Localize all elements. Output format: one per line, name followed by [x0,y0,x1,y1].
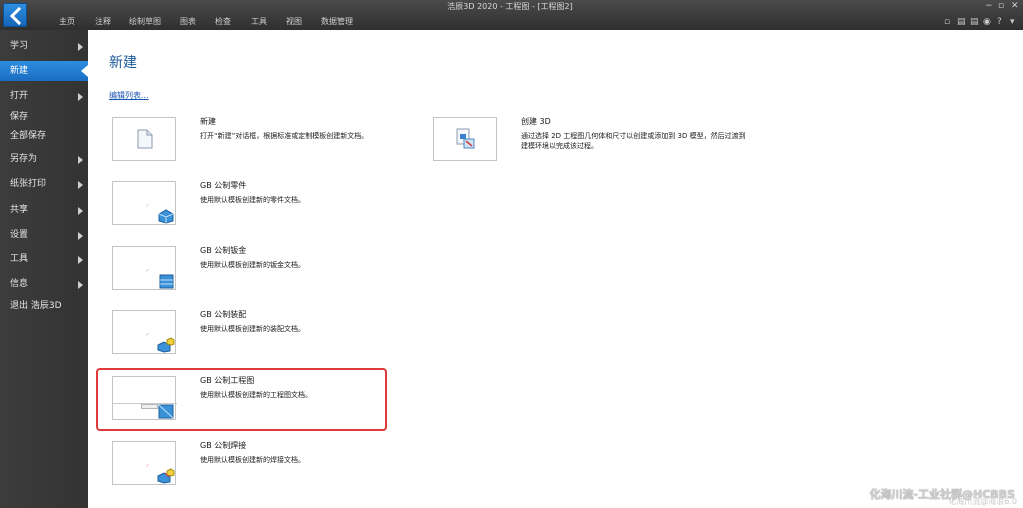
app-window: 浩辰3D 2020 - 工程图 - [工程图2] 主页 注释 绘制草图 图表 检… [0,0,1023,508]
template-gb-weldment[interactable]: ⸝ GB 公制焊接 使用默认模板创建新的焊接文档。 [112,441,412,487]
sidebar-item-save[interactable]: 保存 [0,107,88,127]
template-name: GB 公制钣金 [200,246,247,255]
sidebar-item-label: 设置 [10,230,29,240]
chevron-right-icon [78,43,83,51]
sidebar-item-label: 共享 [10,205,29,215]
chevron-right-icon [78,93,83,101]
template-name: GB 公制焊接 [200,441,247,450]
template-thumbnail [433,117,497,161]
edit-list-link[interactable]: 编辑列表... [109,90,149,101]
template-thumbnail: ⸝ [112,310,176,354]
document-icon [137,129,153,149]
sidebar-item-label: 新建 [10,66,29,76]
template-description: 使用默认模板创建新的零件文档。 [200,196,305,204]
sidebar-item-open[interactable]: 打开 [0,86,88,106]
chevron-right-icon [78,281,83,289]
template-name: GB 公制装配 [200,310,247,319]
chevron-right-icon [78,181,83,189]
tab-charts[interactable]: 图表 [180,17,196,27]
chevron-right-icon [78,232,83,240]
tab-data-management[interactable]: 数据管理 [321,17,353,27]
tab-inspect[interactable]: 检查 [215,17,231,27]
tab-annotate[interactable]: 注释 [95,17,111,27]
template-gb-sheet-metal[interactable]: ⸝ GB 公制钣金 使用默认模板创建新的钣金文档。 [112,246,412,292]
template-new[interactable]: 新建 打开“新建”对话框，根据标准或定制模板创建新文档。 [112,117,412,163]
sidebar-item-label: 学习 [10,41,29,51]
back-button[interactable] [3,3,27,27]
sidebar-item-learn[interactable]: 学习 [0,36,88,56]
template-description: 通过选择 2D 工程图几何体和尺寸以创建或添加到 3D 模型，然后过渡到建模环境… [521,132,746,150]
sidebar-item-label: 保存 [10,112,29,122]
options-icon[interactable]: ◉ [983,17,991,27]
template-thumbnail: ⸝ [112,441,176,485]
template-thumbnail [112,117,176,161]
help-icon[interactable]: ? [997,17,1002,27]
sidebar-item-label: 信息 [10,279,29,289]
template-name: 新建 [200,117,216,126]
tab-home[interactable]: 主页 [59,17,75,27]
template-gb-part[interactable]: ⸝ GB 公制零件 使用默认模板创建新的零件文档。 [112,181,412,227]
sidebar-item-label: 纸张打印 [10,179,47,189]
watermark-sub: 化海川流@海浪6.0 [948,497,1017,506]
template-gb-assembly[interactable]: ⸝ GB 公制装配 使用默认模板创建新的装配文档。 [112,310,412,356]
sidebar-item-info[interactable]: 信息 [0,274,88,294]
minimize-icon[interactable]: − [985,1,993,11]
template-description: 使用默认模板创建新的钣金文档。 [200,261,305,269]
sidebar-item-settings[interactable]: 设置 [0,225,88,245]
tab-tools[interactable]: 工具 [251,17,267,27]
new-panel: 新建 编辑列表... 新建 打开“新建”对话框，根据标准或定制模板创建新文档。 [88,30,1023,508]
chevron-right-icon [78,256,83,264]
template-thumbnail: ⸝ [112,181,176,225]
sidebar-item-print[interactable]: 纸张打印 [0,174,88,194]
sidebar-item-save-all[interactable]: 全部保存 [0,126,88,146]
chevron-right-icon [78,207,83,215]
template-description: 打开“新建”对话框，根据标准或定制模板创建新文档。 [200,132,369,140]
sheet-metal-icon [159,274,174,289]
sidebar-item-label: 工具 [10,254,29,264]
close-icon[interactable]: ✕ [1011,1,1019,11]
sidebar-item-share[interactable]: 共享 [0,200,88,220]
sidebar-item-tools[interactable]: 工具 [0,249,88,269]
sidebar-item-save-as[interactable]: 另存为 [0,149,88,169]
template-thumbnail: ⸝ [112,246,176,290]
title-bar: 浩辰3D 2020 - 工程图 - [工程图2] 主页 注释 绘制草图 图表 检… [0,0,1023,30]
create-3d-icon [456,128,475,149]
sidebar-item-label: 全部保存 [10,131,47,141]
backstage-sidebar: 学习 新建 打开 保存 全部保存 另存为 纸张打印 共享 设置 工具 信息 退出… [0,30,88,508]
tab-sketch[interactable]: 绘制草图 [129,17,161,27]
template-name: 创建 3D [521,117,551,126]
highlight-annotation [96,368,387,431]
chevron-down-icon[interactable]: ▾ [1010,17,1015,27]
template-name: GB 公制零件 [200,181,247,190]
sidebar-item-label: 另存为 [10,154,38,164]
layout-icon[interactable]: ▤ [970,17,979,27]
sidebar-item-label: 退出 浩辰3D [10,301,62,311]
tab-view[interactable]: 视图 [286,17,302,27]
template-description: 使用默认模板创建新的焊接文档。 [200,456,305,464]
assembly-icon [157,337,175,353]
selection-notch-icon [81,65,88,77]
window-title: 浩辰3D 2020 - 工程图 - [工程图2] [447,2,573,11]
template-create-3d[interactable]: 创建 3D 通过选择 2D 工程图几何体和尺寸以创建或添加到 3D 模型，然后过… [433,117,763,163]
sidebar-item-new[interactable]: 新建 [0,61,88,81]
weldment-icon [157,468,175,484]
sidebar-item-label: 打开 [10,91,29,101]
sidebar-item-exit[interactable]: 退出 浩辰3D [0,296,88,316]
page-title: 新建 [109,55,137,71]
layout-icon[interactable]: ▤ [957,17,966,27]
part-icon [158,209,174,224]
restore-icon[interactable]: ▫ [998,1,1004,11]
template-description: 使用默认模板创建新的装配文档。 [200,325,305,333]
chevron-right-icon [78,156,83,164]
back-arrow-icon [9,7,22,25]
window-icon[interactable]: ▫ [944,17,950,27]
